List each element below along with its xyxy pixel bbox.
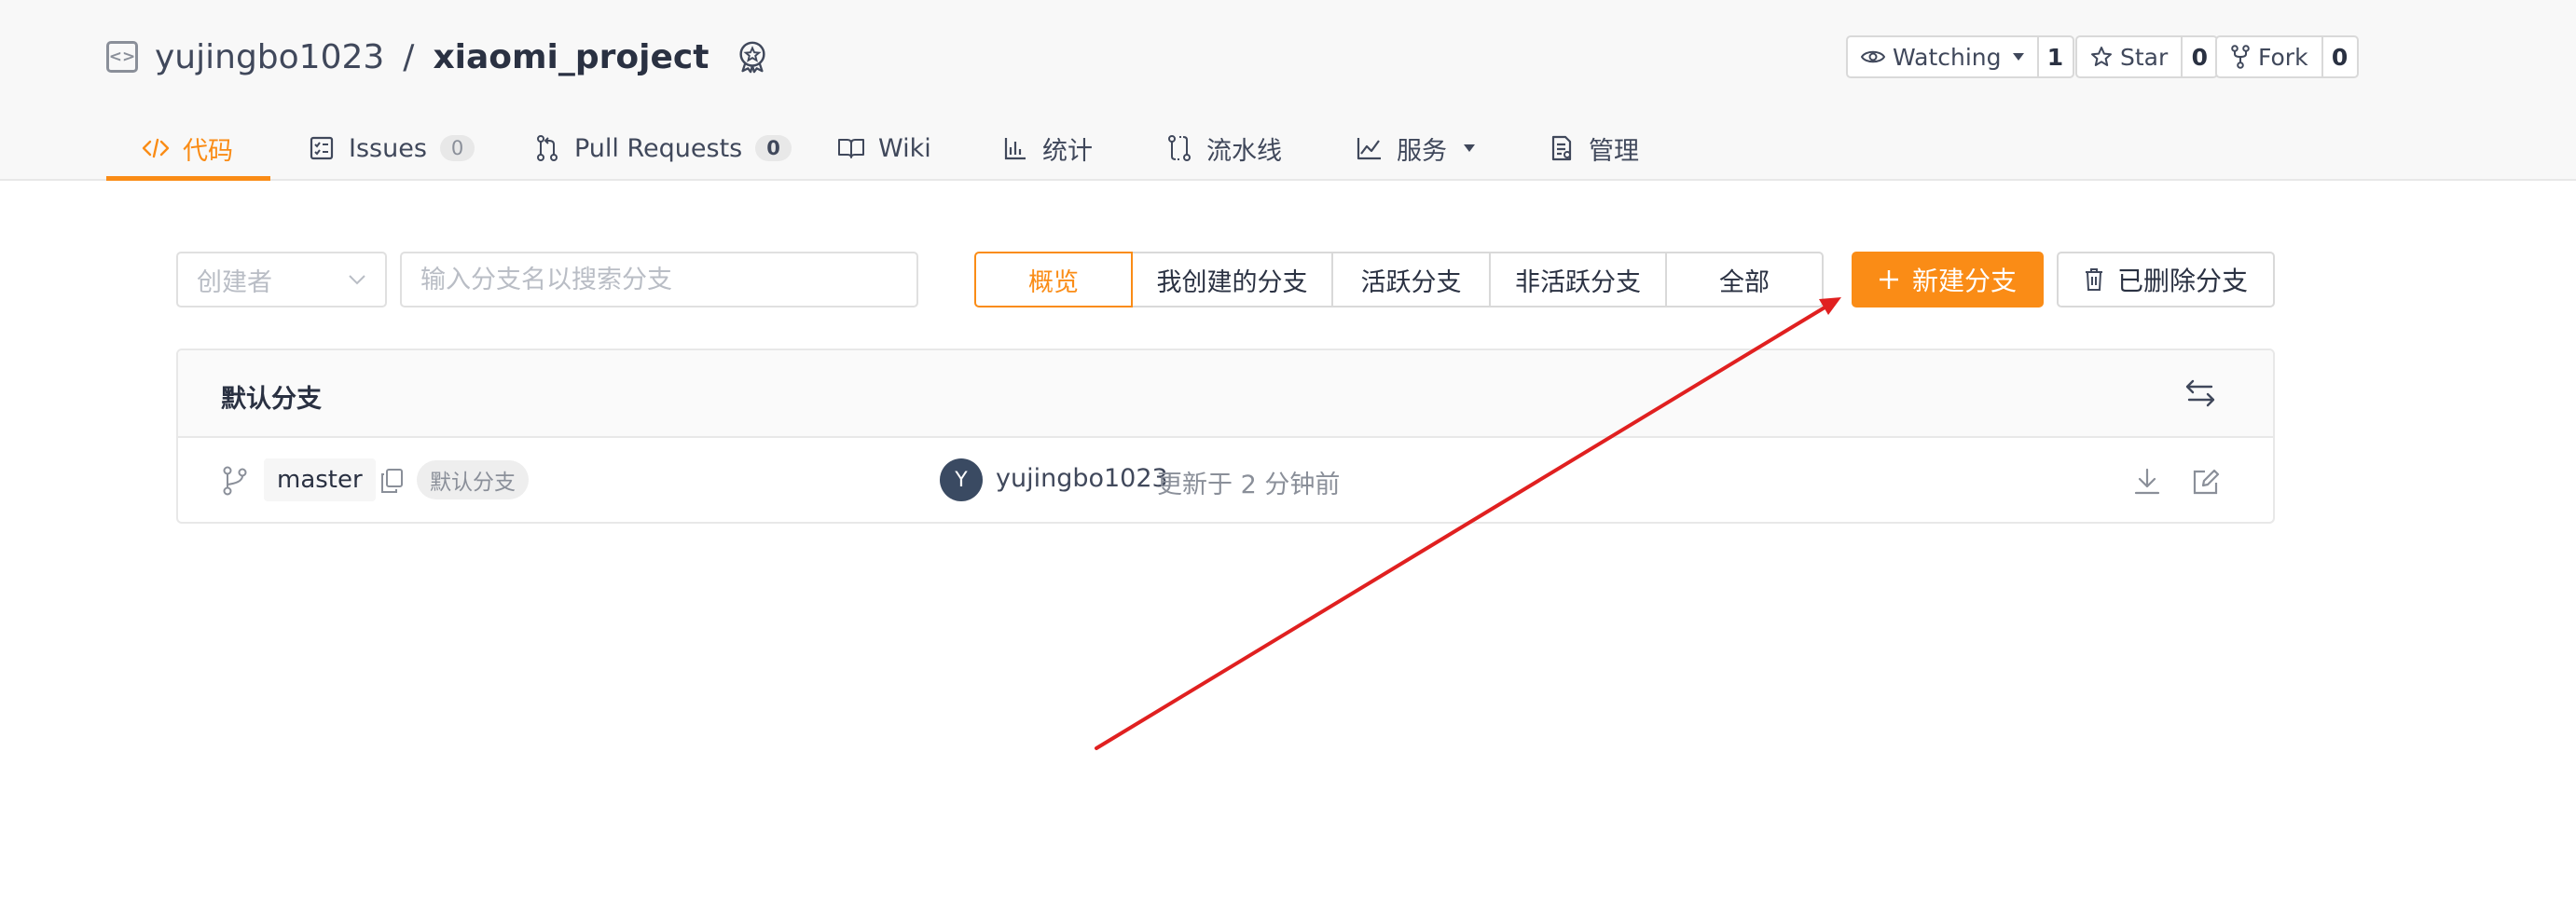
eye-icon: [1861, 50, 1885, 63]
plus-icon: [1879, 270, 1898, 289]
branch-search-input[interactable]: [400, 252, 918, 308]
fork-label: Fork: [2258, 43, 2308, 71]
tab-label: Pull Requests: [574, 133, 743, 163]
switch-default-branch-icon[interactable]: [2183, 376, 2217, 410]
branch-icon: [223, 466, 247, 496]
watch-button-group: Watching 1: [1846, 35, 2074, 78]
panel-header: 默认分支: [178, 350, 2273, 438]
tab-issues[interactable]: Issues 0: [308, 116, 475, 181]
tab-label: 统计: [1042, 136, 1093, 166]
branch-row: master 默认分支 Y yujingbo1023 更新于 2 分钟前: [178, 438, 2273, 522]
filter-inactive-branches[interactable]: 非活跃分支: [1489, 252, 1667, 308]
filter-active-branches[interactable]: 活跃分支: [1331, 252, 1491, 308]
stats-icon: [1001, 134, 1029, 162]
tab-pull-requests[interactable]: Pull Requests 0: [533, 116, 792, 181]
fork-count[interactable]: 0: [2323, 37, 2357, 76]
tab-wiki[interactable]: Wiki: [837, 116, 931, 181]
edit-icon[interactable]: [2192, 468, 2220, 496]
copy-icon[interactable]: [379, 468, 404, 494]
chevron-down-icon: [349, 275, 365, 285]
tab-label: Issues: [349, 133, 427, 163]
star-icon: [2091, 47, 2112, 66]
repo-separator: /: [403, 37, 415, 76]
tab-label: 代码: [183, 136, 233, 166]
repo-name-link[interactable]: xiaomi_project: [433, 38, 709, 76]
pull-requests-count-badge: 0: [755, 135, 792, 161]
tab-label: 流水线: [1206, 136, 1282, 166]
filter-overview[interactable]: 概览: [974, 252, 1133, 308]
issues-icon: [308, 134, 336, 162]
watch-label: Watching: [1893, 43, 2002, 71]
tab-pipeline[interactable]: 流水线: [1165, 116, 1282, 181]
caret-down-icon: [2012, 53, 2024, 61]
fork-icon: [2231, 45, 2250, 69]
caret-down-icon: [1464, 144, 1475, 152]
branch-name-link[interactable]: master: [264, 458, 376, 501]
tab-label: 服务: [1397, 136, 1447, 166]
star-count[interactable]: 0: [2183, 37, 2216, 76]
tab-service[interactable]: 服务: [1356, 116, 1475, 181]
active-tab-indicator: [106, 176, 270, 181]
default-branch-panel: 默认分支 master 默认分支 Y yujingbo1023 更新于 2 分钟…: [176, 348, 2275, 524]
trash-icon: [2085, 268, 2102, 291]
avatar[interactable]: Y: [940, 458, 983, 501]
new-branch-button[interactable]: 新建分支: [1852, 252, 2044, 308]
author-name-link[interactable]: yujingbo1023: [996, 464, 1168, 493]
default-branch-tag: 默认分支: [417, 460, 529, 499]
download-icon[interactable]: [2134, 468, 2160, 496]
star-button-group: Star 0: [2075, 35, 2219, 78]
filter-my-branches[interactable]: 我创建的分支: [1131, 252, 1333, 308]
deleted-branches-button[interactable]: 已删除分支: [2057, 252, 2275, 308]
tab-label: Wiki: [878, 133, 931, 163]
code-icon: [142, 134, 170, 162]
new-branch-label: 新建分支: [1911, 266, 2017, 296]
watch-button[interactable]: Watching: [1848, 37, 2039, 76]
pull-request-icon: [533, 134, 561, 162]
star-button[interactable]: Star: [2077, 37, 2183, 76]
issues-count-badge: 0: [439, 135, 475, 161]
watch-count[interactable]: 1: [2039, 37, 2073, 76]
fork-button-group: Fork 0: [2215, 35, 2359, 78]
tab-stats[interactable]: 统计: [1001, 116, 1093, 181]
deleted-branches-label: 已删除分支: [2116, 266, 2248, 296]
recommended-badge-icon: [739, 41, 766, 74]
star-label: Star: [2120, 43, 2169, 71]
tab-label: 管理: [1589, 136, 1639, 166]
service-icon: [1356, 134, 1384, 162]
filter-all[interactable]: 全部: [1665, 252, 1824, 308]
tab-code[interactable]: 代码: [142, 116, 233, 181]
creator-select-placeholder: 创建者: [197, 267, 272, 297]
wiki-icon: [837, 134, 865, 162]
updated-time: 更新于 2 分钟前: [1157, 471, 1341, 499]
fork-button[interactable]: Fork: [2217, 37, 2323, 76]
tab-manage[interactable]: 管理: [1548, 116, 1639, 181]
repo-code-icon: <>: [106, 41, 138, 73]
manage-icon: [1548, 134, 1576, 162]
repo-owner-link[interactable]: yujingbo1023: [155, 38, 384, 76]
creator-select[interactable]: 创建者: [176, 252, 387, 308]
panel-title: 默认分支: [221, 385, 322, 414]
pipeline-icon: [1165, 134, 1193, 162]
repo-title: <> yujingbo1023 / xiaomi_project: [106, 34, 770, 80]
